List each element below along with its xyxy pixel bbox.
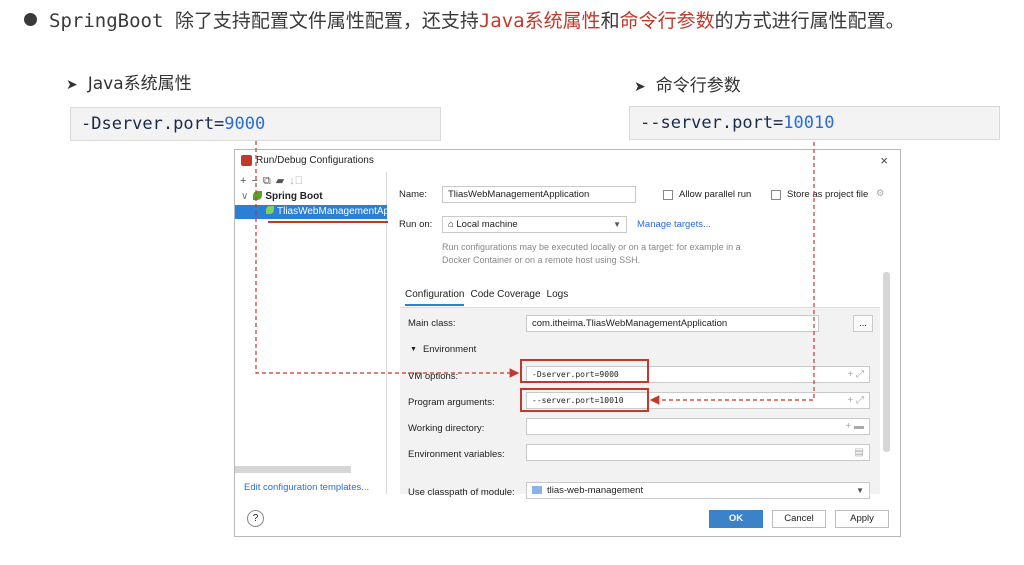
apply-button[interactable]: Apply	[835, 510, 889, 528]
arrow-bullet-icon: ➤	[66, 77, 78, 93]
config-tree-pane: + − ⧉ ▰ ↓⃒ ∨ Spring Boot TliasWebManagementAp…	[235, 172, 388, 494]
expand-icon[interactable]: + ⤢	[847, 393, 864, 408]
environment-label: Environment	[422, 344, 477, 355]
working-dir-field[interactable]: + ▬	[526, 418, 870, 435]
vm-options-label: VM options:	[408, 371, 459, 382]
remove-config-icon[interactable]: −	[251, 175, 257, 187]
tree-item-selected[interactable]: TliasWebManagementApplication	[235, 205, 387, 219]
main-class-label: Main class:	[408, 318, 456, 329]
close-icon[interactable]: ×	[880, 153, 888, 168]
name-field[interactable]: TliasWebManagementApplication	[442, 186, 636, 203]
heading-text-mid: 和	[600, 10, 620, 32]
tab-configuration[interactable]: Configuration	[405, 289, 465, 306]
module-icon	[532, 486, 542, 494]
classpath-label: Use classpath of module:	[408, 487, 515, 498]
gear-icon[interactable]: ⚙	[876, 188, 885, 199]
code-value: 9000	[224, 114, 266, 134]
classpath-dropdown[interactable]: tlias-web-management ▼	[526, 482, 870, 499]
tab-code-coverage[interactable]: Code Coverage	[470, 289, 540, 304]
run-debug-dialog: Run/Debug Configurations × + − ⧉ ▰ ↓⃒ ∨ Sprin…	[234, 149, 901, 537]
java-properties-label: Java系统属性	[87, 74, 192, 94]
manage-targets-link[interactable]: Manage targets...	[637, 219, 711, 230]
chevron-down-icon[interactable]: ∨	[241, 191, 248, 202]
sort-icon[interactable]: ↓⃒	[289, 175, 303, 187]
ok-button[interactable]: OK	[709, 510, 763, 528]
main-class-field[interactable]: com.itheima.TliasWebManagementApplicatio…	[526, 315, 819, 332]
annotation-underline	[268, 221, 388, 223]
arrow-bullet-icon: ➤	[634, 79, 646, 95]
document-icon[interactable]: ▤	[855, 445, 864, 460]
bullet-dot	[24, 13, 37, 26]
tree-toolbar: + − ⧉ ▰ ↓⃒	[240, 174, 308, 188]
folder-icon[interactable]: ▰	[276, 175, 284, 187]
vm-options-highlight	[520, 359, 649, 383]
dialog-title: Run/Debug Configurations	[256, 155, 374, 166]
dialog-button-bar: ? OK Cancel Apply	[235, 502, 900, 536]
slide-heading: SpringBoot 除了支持配置文件属性配置，还支持Java系统属性和命令行参…	[24, 6, 905, 33]
cmdline-arg-code: --server.port=10010	[629, 106, 1000, 140]
copy-config-icon[interactable]: ⧉	[263, 175, 271, 187]
program-args-highlight	[520, 388, 649, 412]
config-tabs: Configuration Code Coverage Logs	[405, 289, 574, 306]
cmdline-args-title: ➤ 命令行参数	[634, 71, 741, 96]
java-property-code: -Dserver.port=9000	[70, 107, 441, 141]
help-button[interactable]: ?	[247, 510, 264, 527]
store-project-label: Store as project file	[787, 189, 869, 200]
java-properties-title: ➤ Java系统属性	[66, 69, 192, 94]
program-args-label: Program arguments:	[408, 397, 495, 408]
browse-main-class-button[interactable]: ...	[853, 315, 873, 332]
run-on-label: Run on:	[399, 219, 433, 230]
run-on-value: Local machine	[456, 219, 518, 230]
tab-logs[interactable]: Logs	[547, 289, 569, 304]
chevron-down-icon[interactable]: ▼	[410, 346, 417, 353]
env-vars-label: Environment variables:	[408, 449, 505, 460]
environment-section[interactable]: ▼ Environment	[410, 344, 476, 355]
chevron-down-icon[interactable]: ▼	[856, 483, 864, 498]
intellij-app-icon	[241, 155, 252, 166]
code-prefix: -Dserver.port=	[81, 114, 225, 134]
spring-app-icon	[266, 206, 274, 214]
horizontal-scrollbar[interactable]	[235, 466, 351, 473]
heading-highlight-java: Java系统属性	[478, 10, 601, 32]
cmdline-args-label: 命令行参数	[655, 76, 741, 96]
code-prefix: --server.port=	[640, 113, 784, 133]
heading-highlight-cmdline: 命令行参数	[619, 10, 715, 32]
heading-text-post: 的方式进行属性配置。	[714, 10, 905, 32]
cancel-button[interactable]: Cancel	[772, 510, 826, 528]
run-on-hint: Run configurations may be executed local…	[442, 242, 741, 265]
heading-text-pre: SpringBoot 除了支持配置文件属性配置，还支持	[49, 10, 479, 32]
working-dir-label: Working directory:	[408, 423, 485, 434]
tree-item-label: TliasWebManagementApplication	[277, 206, 387, 217]
folder-icon[interactable]: + ▬	[845, 419, 864, 434]
run-on-dropdown[interactable]: ⌂ Local machine ▼	[442, 216, 627, 233]
allow-parallel-checkbox[interactable]	[663, 190, 673, 200]
name-label: Name:	[399, 189, 427, 200]
tree-group-spring-boot[interactable]: ∨ Spring Boot	[241, 191, 323, 202]
config-detail-pane: Name: TliasWebManagementApplication Allo…	[388, 172, 900, 499]
store-project-checkbox[interactable]	[771, 190, 781, 200]
spring-boot-icon	[253, 191, 263, 200]
edit-templates-link[interactable]: Edit configuration templates...	[244, 482, 369, 493]
allow-parallel-label: Allow parallel run	[679, 189, 752, 200]
dialog-titlebar: Run/Debug Configurations ×	[235, 150, 900, 172]
code-value: 10010	[783, 113, 835, 133]
tree-group-label: Spring Boot	[265, 191, 323, 202]
chevron-down-icon[interactable]: ▼	[613, 217, 621, 232]
env-vars-field[interactable]: ▤	[526, 444, 870, 461]
add-config-icon[interactable]: +	[240, 175, 246, 187]
classpath-value: tlias-web-management	[547, 485, 644, 496]
vertical-scrollbar[interactable]	[883, 272, 890, 452]
expand-icon[interactable]: + ⤢	[847, 367, 864, 382]
